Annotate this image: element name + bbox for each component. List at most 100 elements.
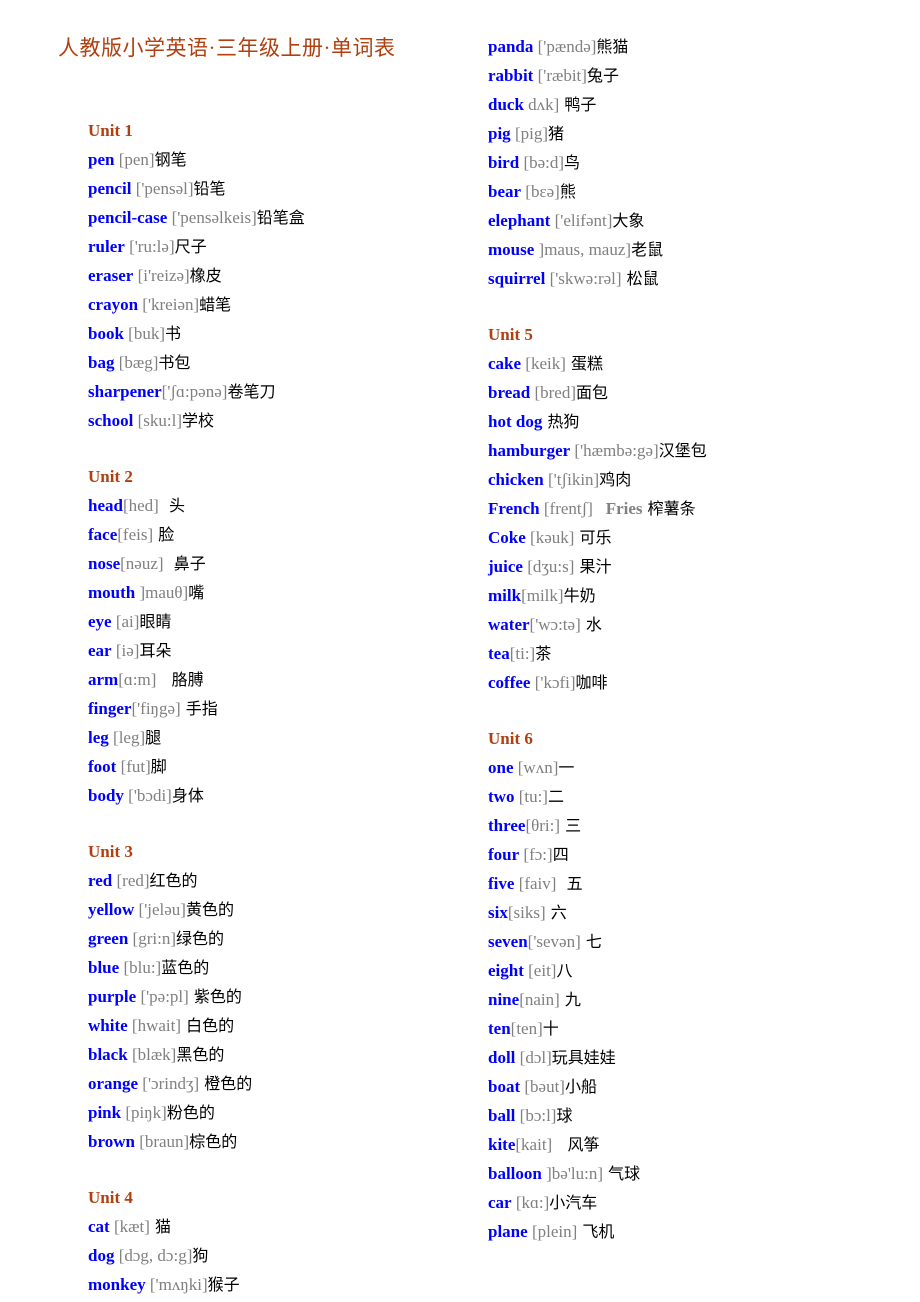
phonetic-transcription: [bəut] xyxy=(520,1077,565,1096)
vocabulary-entry: nine[nain] 九 xyxy=(488,985,920,1014)
vocabulary-entry: French [frentʃ] Fries 榨薯条 xyxy=(488,494,920,523)
phonetic-transcription: [nain] xyxy=(519,990,560,1009)
chinese-translation: 铅笔 xyxy=(193,179,226,198)
vocabulary-entry: panda ['pændə]熊猫 xyxy=(488,32,920,61)
english-word: bird xyxy=(488,153,520,172)
vocabulary-entry: head[hed] 头 xyxy=(88,491,468,520)
vocabulary-entry: pencil-case ['pensəlkeis]铅笔盒 xyxy=(88,203,468,232)
vocabulary-entry: duck dʌk] 鸭子 xyxy=(488,90,920,119)
chinese-translation: 九 xyxy=(559,990,581,1009)
vocabulary-entry: juice [dʒu:s] 果汁 xyxy=(488,552,920,581)
phonetic-transcription: [piŋk] xyxy=(121,1103,167,1122)
chinese-translation: 鼻子 xyxy=(163,554,206,573)
chinese-translation: 猴子 xyxy=(207,1275,240,1294)
english-word: juice xyxy=(488,557,523,576)
chinese-translation: 书 xyxy=(165,324,182,343)
phonetic-transcription: [faiv] xyxy=(514,874,557,893)
english-word: chicken xyxy=(488,470,544,489)
chinese-translation: 尺子 xyxy=(174,237,207,256)
vocabulary-entry: bread [bred]面包 xyxy=(488,378,920,407)
english-word: nose xyxy=(88,554,121,573)
chinese-translation: 榨薯条 xyxy=(642,499,696,518)
vocabulary-entry: ear [iə]耳朵 xyxy=(88,636,468,665)
english-word: French xyxy=(488,499,540,518)
vocabulary-entry: foot [fut]脚 xyxy=(88,752,468,781)
phonetic-transcription: ]mauθ] xyxy=(135,583,189,602)
phonetic-transcription: ['skwə:rəl] xyxy=(545,269,622,288)
vocabulary-entry: coffee ['kɔfi]咖啡 xyxy=(488,668,920,697)
phonetic-transcription: ['fiŋgə] xyxy=(131,699,181,718)
vocabulary-entry: ball [bɔ:l]球 xyxy=(488,1101,920,1130)
phonetic-transcription: [gri:n] xyxy=(128,929,176,948)
chinese-translation: 兔子 xyxy=(586,66,619,85)
phonetic-transcription: [dɔl] xyxy=(515,1048,552,1067)
chinese-translation: 四 xyxy=(552,845,569,864)
chinese-translation: 书包 xyxy=(158,353,191,372)
phonetic-transcription: [braun] xyxy=(134,1132,190,1151)
chinese-translation: 身体 xyxy=(171,786,204,805)
phonetic-transcription: ['pensəl] xyxy=(131,179,194,198)
english-word: eye xyxy=(88,612,112,631)
vocabulary-entry: rabbit ['ræbit]兔子 xyxy=(488,61,920,90)
phonetic-transcription: [keik] xyxy=(521,354,566,373)
chinese-translation: 眼睛 xyxy=(139,612,172,631)
english-word: kite xyxy=(488,1135,516,1154)
unit-spacer xyxy=(488,293,920,320)
chinese-translation: 老鼠 xyxy=(631,240,664,259)
chinese-translation: 鸡肉 xyxy=(599,470,632,489)
phonetic-transcription: [buk] xyxy=(123,324,165,343)
chinese-translation: 紫色的 xyxy=(188,987,242,1006)
phonetic-transcription: [pen] xyxy=(114,150,155,169)
vocabulary-entry: yellow ['jeləu]黄色的 xyxy=(88,895,468,924)
chinese-translation: 大象 xyxy=(612,211,645,230)
vocabulary-entry: seven['sevən] 七 xyxy=(488,927,920,956)
phonetic-transcription: [blu:] xyxy=(119,958,162,977)
unit-heading: Unit 3 xyxy=(88,842,133,861)
chinese-translation: 腿 xyxy=(145,728,162,747)
phonetic-transcription: [fɔ:] xyxy=(519,845,553,864)
phonetic-transcription: [dɔg, dɔ:g] xyxy=(114,1246,193,1265)
english-word: bag xyxy=(88,353,115,372)
english-word: boat xyxy=(488,1077,521,1096)
chinese-translation: 茶 xyxy=(535,644,552,663)
phonetic-transcription: [hed] xyxy=(122,496,159,515)
chinese-translation: 七 xyxy=(580,932,602,951)
english-word: car xyxy=(488,1193,512,1212)
vocabulary-entry: body ['bɔdi]身体 xyxy=(88,781,468,810)
vocabulary-entry: bird [bə:d]鸟 xyxy=(488,148,920,177)
english-word-secondary: Fries xyxy=(592,499,643,518)
english-word: red xyxy=(88,871,113,890)
chinese-translation: 面包 xyxy=(575,383,608,402)
english-word: pen xyxy=(88,150,115,169)
vocabulary-entry: hamburger ['hæmbə:gə]汉堡包 xyxy=(488,436,920,465)
english-word: school xyxy=(88,411,134,430)
english-word: squirrel xyxy=(488,269,546,288)
vocabulary-entry: six[siks] 六 xyxy=(488,898,920,927)
phonetic-transcription: [tu:] xyxy=(514,787,548,806)
vocabulary-entry: leg [leg]腿 xyxy=(88,723,468,752)
phonetic-transcription: ['pændə] xyxy=(533,37,597,56)
vocabulary-entry: eraser [i'reizə]橡皮 xyxy=(88,261,468,290)
chinese-translation: 风筝 xyxy=(552,1135,600,1154)
english-word: eight xyxy=(488,961,524,980)
vocabulary-entry: white [hwait] 白色的 xyxy=(88,1011,468,1040)
phonetic-transcription: [leg] xyxy=(108,728,146,747)
english-word: elephant xyxy=(488,211,551,230)
vocabulary-entry: orange ['ɔrindʒ] 橙色的 xyxy=(88,1069,468,1098)
unit-heading: Unit 1 xyxy=(88,121,133,140)
english-word: monkey xyxy=(88,1275,146,1294)
chinese-translation: 鸭子 xyxy=(559,95,597,114)
phonetic-transcription: ['wɔ:tə] xyxy=(529,615,581,634)
vocabulary-entry: eight [eit]八 xyxy=(488,956,920,985)
english-word: duck xyxy=(488,95,524,114)
phonetic-transcription: [kait] xyxy=(515,1135,553,1154)
chinese-translation: 咖啡 xyxy=(575,673,608,692)
phonetic-transcription: [bɔ:l] xyxy=(515,1106,557,1125)
vocabulary-entry: ruler ['ru:lə]尺子 xyxy=(88,232,468,261)
english-word: coffee xyxy=(488,673,531,692)
phonetic-transcription: ]bə'lu:n] xyxy=(541,1164,603,1183)
english-word: bread xyxy=(488,383,531,402)
vocabulary-entry: nose[nəuz] 鼻子 xyxy=(88,549,468,578)
phonetic-transcription: [milk] xyxy=(521,586,564,605)
chinese-translation: 牛奶 xyxy=(563,586,596,605)
